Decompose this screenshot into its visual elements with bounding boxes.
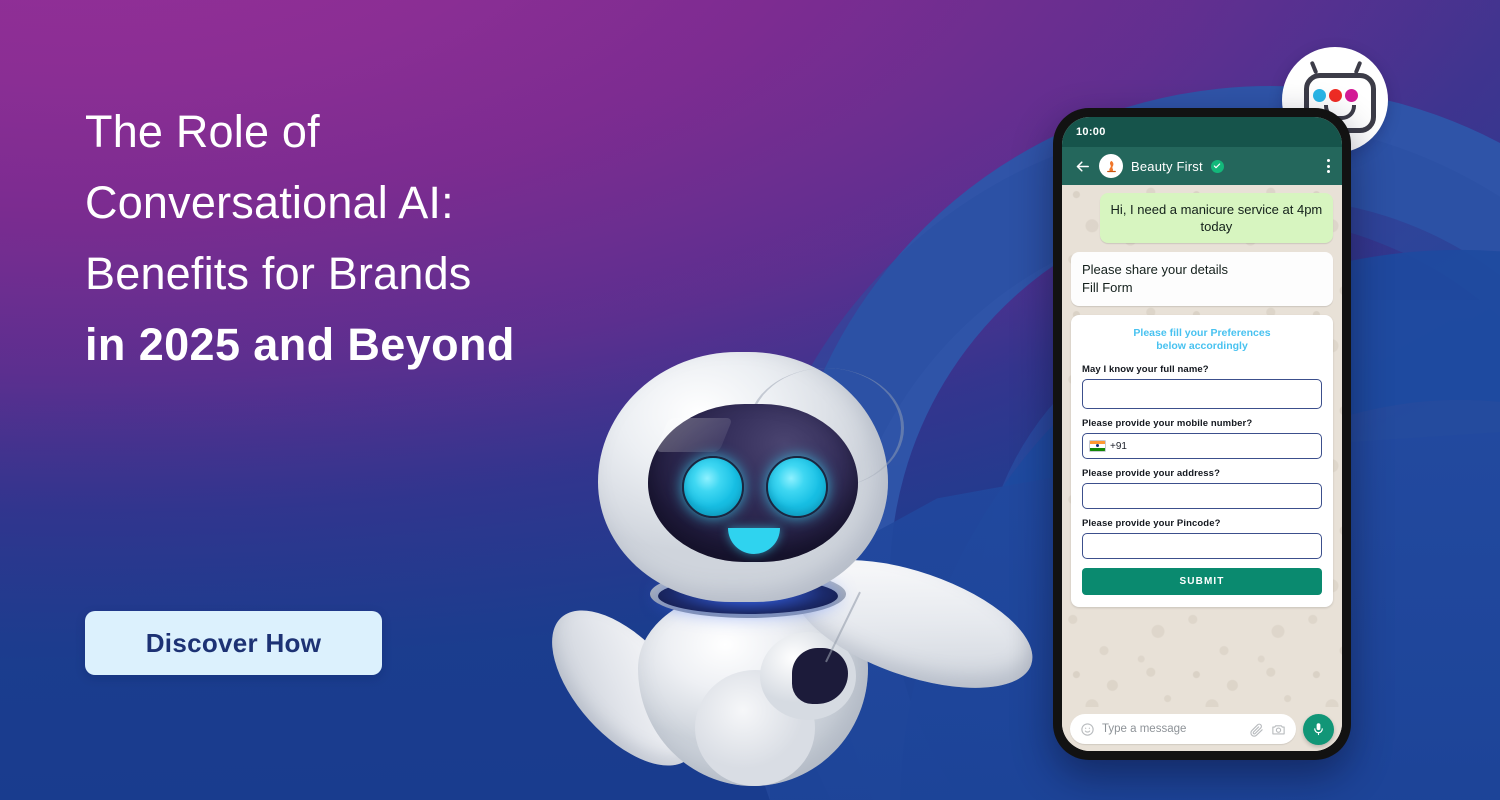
form-label-mobile: Please provide your mobile number?	[1082, 418, 1253, 429]
form-field-address: Please provide your address?	[1082, 468, 1322, 509]
form-title-line-1: Please fill your Preferences	[1133, 327, 1271, 339]
address-input[interactable]	[1082, 483, 1322, 509]
robot-visor-glare	[655, 418, 733, 452]
banner-stage: The Role of Conversational AI: Benefits …	[0, 0, 1500, 800]
headline-line-3: Benefits for Brands	[85, 248, 472, 299]
status-bar: 10:00	[1062, 117, 1342, 147]
form-title: Please fill your Preferences below accor…	[1082, 327, 1322, 353]
verified-check-icon	[1210, 159, 1224, 173]
headline-line-1: The Role of	[85, 106, 320, 157]
form-label-fullname: May I know your full name?	[1082, 364, 1209, 375]
camera-icon[interactable]	[1271, 722, 1286, 737]
robot-visor-face	[648, 404, 858, 562]
avatar[interactable]	[1099, 154, 1123, 178]
back-arrow-icon[interactable]	[1074, 158, 1091, 175]
robot-mascot-icon	[520, 340, 1049, 791]
form-field-mobile: Please provide your mobile number? +91	[1082, 418, 1322, 459]
message-line-2: Fill Form	[1082, 280, 1133, 295]
status-bar-time: 10:00	[1076, 126, 1106, 138]
chatbot-eye-cyan-icon	[1313, 89, 1326, 102]
mobile-input-value: +91	[1110, 440, 1127, 452]
kebab-menu-icon[interactable]	[1327, 159, 1330, 173]
pincode-input[interactable]	[1082, 533, 1322, 559]
microphone-button[interactable]	[1303, 713, 1334, 745]
chat-contact-name: Beauty First	[1131, 158, 1203, 174]
message-input-pill[interactable]: Type a message	[1070, 714, 1296, 744]
fullname-input[interactable]	[1082, 379, 1322, 409]
form-title-line-2: below accordingly	[1156, 340, 1248, 352]
page-title: The Role of Conversational AI: Benefits …	[85, 96, 705, 380]
mobile-input[interactable]: +91	[1082, 433, 1322, 459]
india-flag-icon	[1089, 440, 1106, 452]
robot-eye-left-icon	[682, 456, 744, 518]
paperclip-icon[interactable]	[1249, 722, 1264, 737]
phone-mockup: 10:00 Beauty First Hi, I need a manicure…	[1053, 108, 1351, 760]
headline-line-2: Conversational AI:	[85, 177, 454, 228]
message-input-bar: Type a message	[1062, 707, 1342, 751]
form-label-address: Please provide your address?	[1082, 468, 1220, 479]
chatbot-eye-red-icon	[1329, 89, 1342, 102]
form-label-pincode: Please provide your Pincode?	[1082, 518, 1221, 529]
submit-button[interactable]: SUBMIT	[1082, 568, 1322, 595]
message-bubble-incoming: Please share your details Fill Form	[1071, 252, 1333, 306]
message-bubble-outgoing: Hi, I need a manicure service at 4pm tod…	[1099, 193, 1333, 243]
robot-smile-icon	[728, 528, 780, 554]
phone-screen: 10:00 Beauty First Hi, I need a manicure…	[1062, 117, 1342, 751]
form-field-pincode: Please provide your Pincode?	[1082, 518, 1322, 559]
emoji-smiley-icon[interactable]	[1080, 722, 1095, 737]
message-line-1: Please share your details	[1082, 262, 1228, 277]
message-input-placeholder: Type a message	[1102, 723, 1187, 735]
form-field-fullname: May I know your full name?	[1082, 364, 1322, 409]
chat-message-list: Hi, I need a manicure service at 4pm tod…	[1062, 185, 1342, 707]
discover-how-button[interactable]: Discover How	[85, 611, 382, 675]
lead-form-card: Please fill your Preferences below accor…	[1071, 315, 1333, 607]
robot-eye-right-icon	[766, 456, 828, 518]
chat-header: Beauty First	[1062, 147, 1342, 185]
chatbot-eye-magenta-icon	[1345, 89, 1358, 102]
